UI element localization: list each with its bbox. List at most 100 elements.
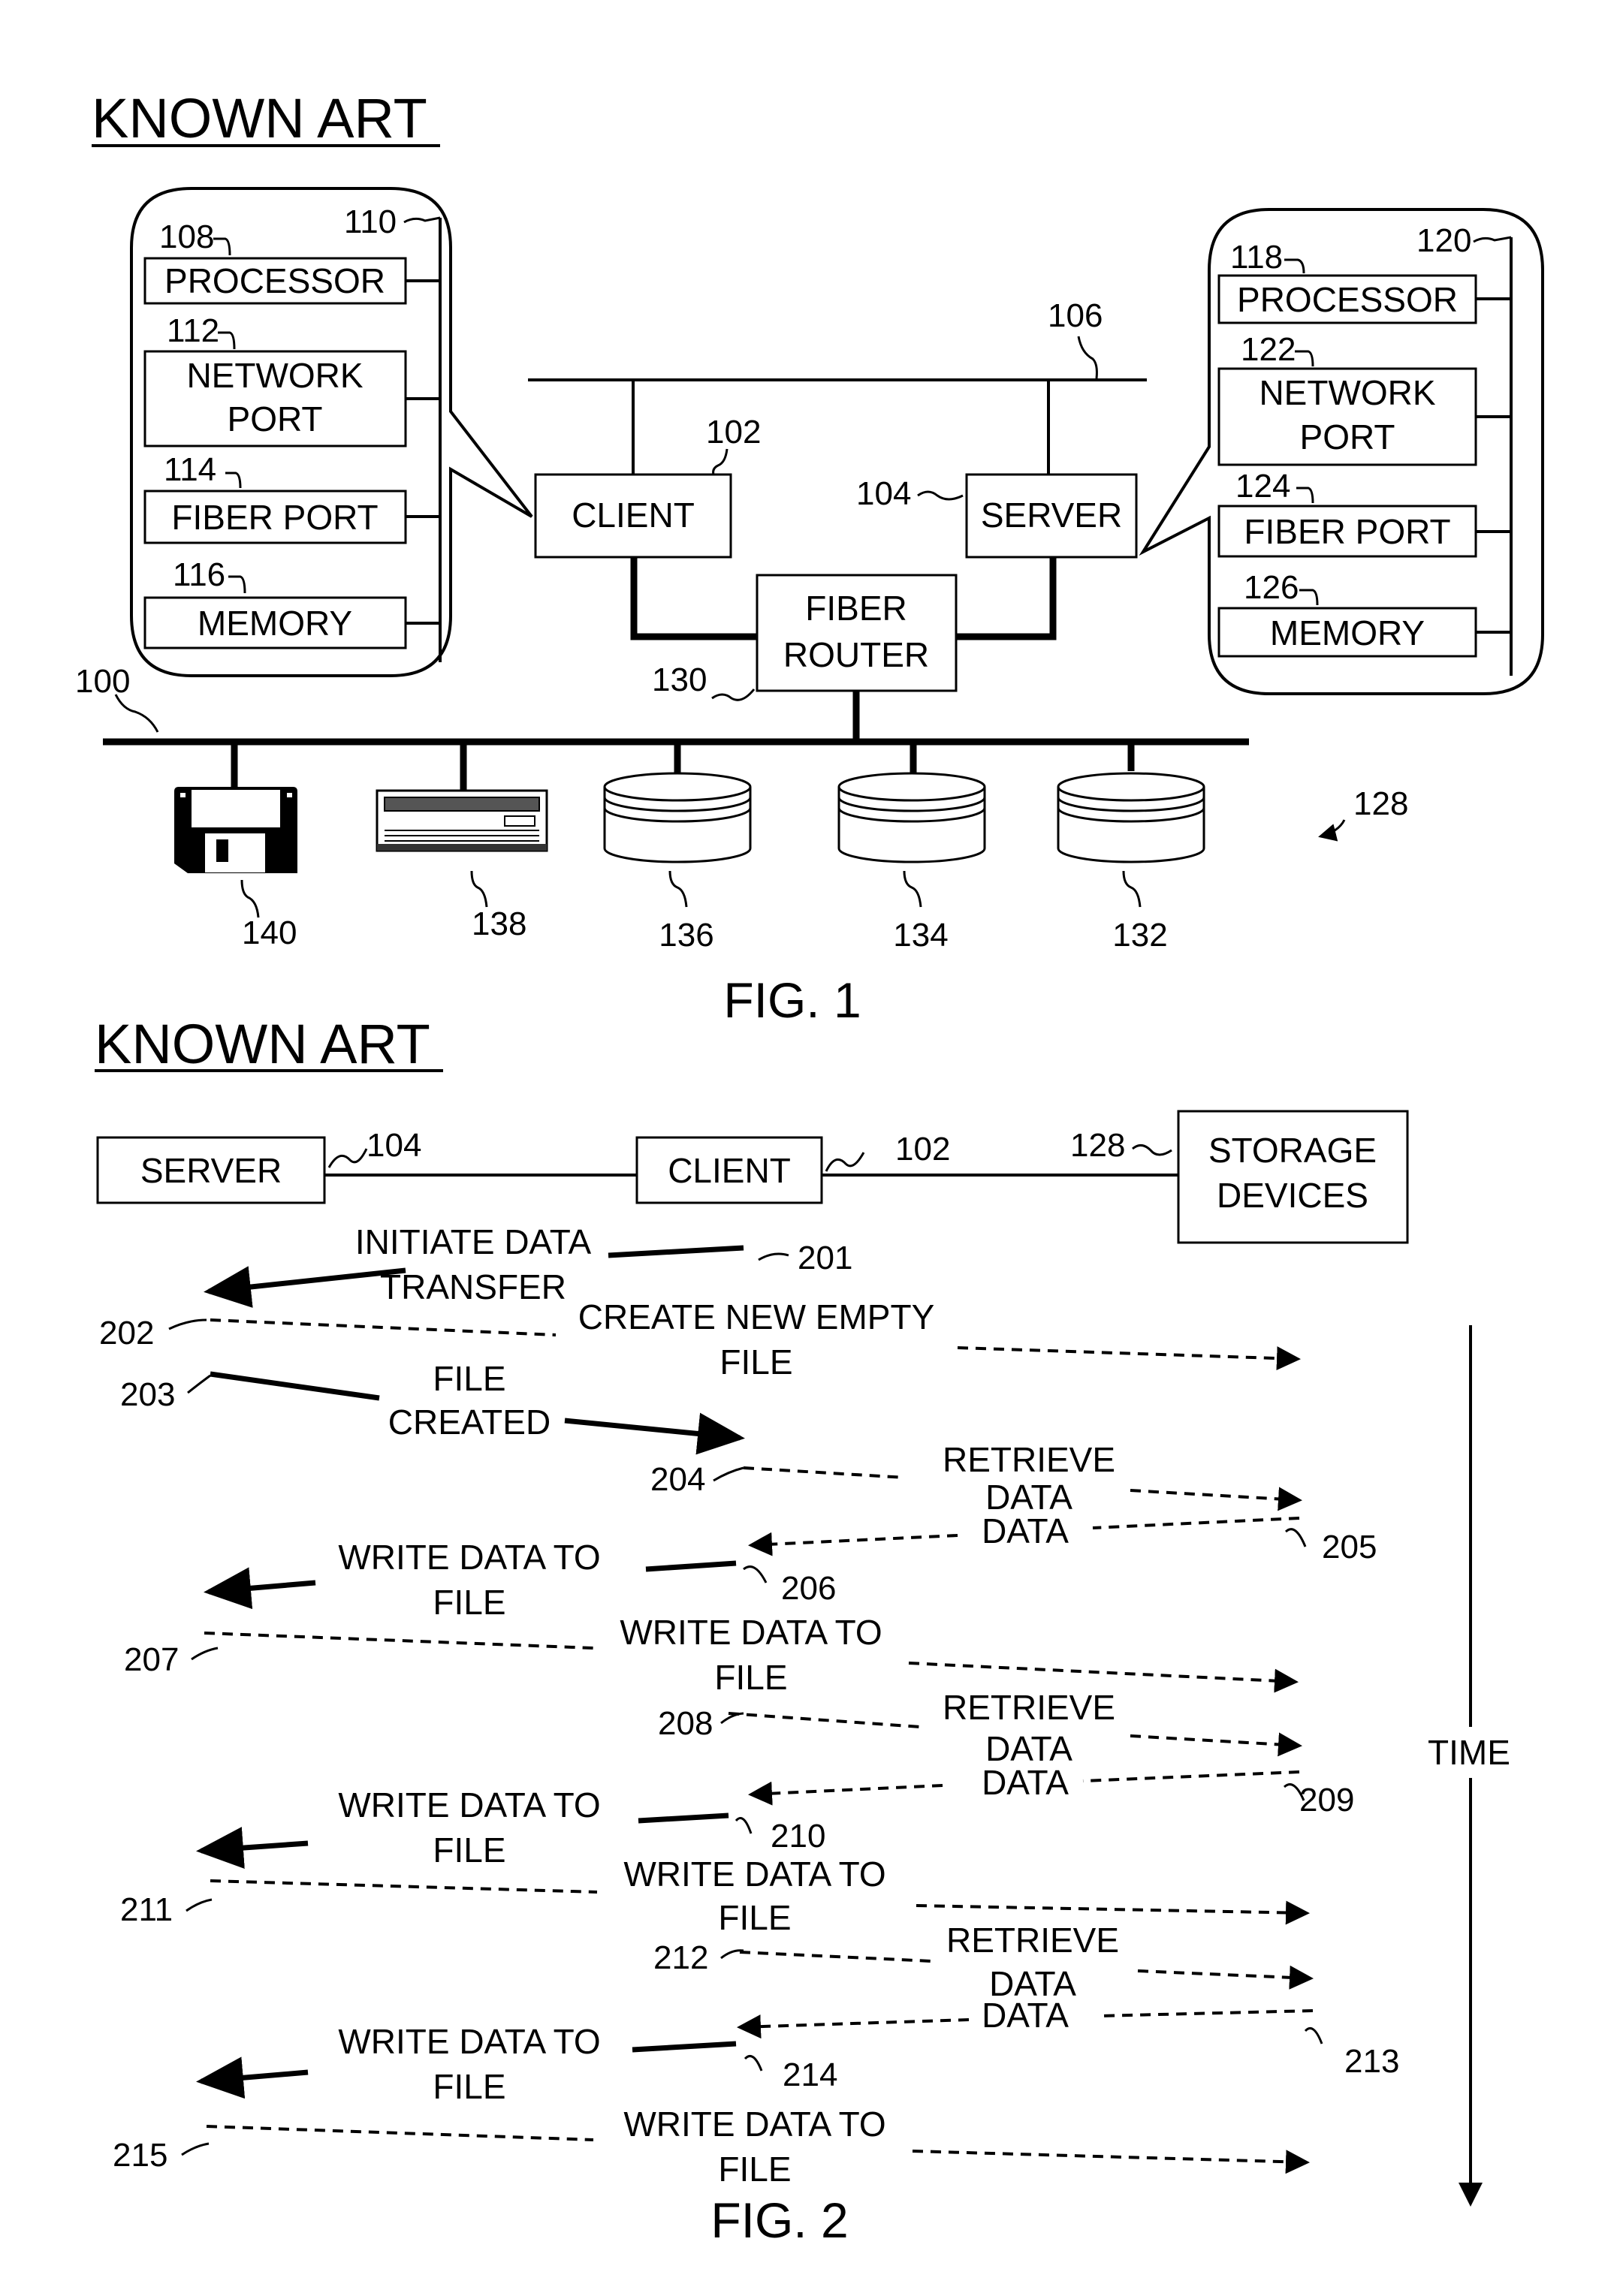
fig2-client-leader [825, 1152, 865, 1172]
client-bus-leader [403, 216, 441, 224]
server-network-port-label-2: PORT [1300, 417, 1395, 456]
disk-storage-group: 136 134 132 [603, 772, 1205, 954]
fig2-storage-label-2: DEVICES [1217, 1176, 1368, 1215]
fiber-router-leader [711, 688, 756, 701]
message-line [645, 1560, 737, 1572]
message-ref: 215 [113, 2137, 167, 2174]
client-bus-ref: 110 [344, 203, 397, 240]
memory-ref: 116 [173, 556, 225, 593]
message-215: WRITE DATA TO FILE 215 [113, 2105, 1310, 2189]
message-ref-leader [1304, 2027, 1323, 2044]
message-arrow [1130, 1732, 1302, 1757]
server-processor-ref: 118 [1230, 239, 1283, 276]
message-label: FILE [433, 2067, 505, 2106]
message-label: FILE [719, 1342, 792, 1382]
client-detail-callout: 110 108 PROCESSOR 112 NETWORK PORT 114 F… [130, 187, 533, 677]
disk-ref: 136 [659, 917, 713, 954]
message-ref: 201 [798, 1240, 852, 1276]
san-bus-leader [114, 694, 159, 733]
server-memory-label: MEMORY [1270, 613, 1425, 652]
message-205: DATA 205 [748, 1511, 1377, 1565]
message-ref-leader [186, 1898, 213, 1912]
message-line [728, 1712, 921, 1728]
message-ref-leader [187, 1374, 211, 1394]
message-arrow [957, 1346, 1301, 1371]
processor-ref: 108 [159, 218, 214, 255]
message-211: WRITE DATA TO FILE 211 [120, 1855, 1310, 1937]
message-ref: 212 [653, 1939, 708, 1976]
fiber-port-leader [225, 472, 242, 489]
fig2-server-leader [327, 1148, 368, 1168]
message-label: WRITE DATA TO [338, 1538, 600, 1577]
message-ref: 208 [658, 1705, 713, 1742]
storage-group-arrow [1318, 819, 1346, 842]
message-ref: 210 [771, 1818, 825, 1855]
lan-bus-leader [1077, 336, 1098, 379]
message-arrow [564, 1412, 745, 1455]
message-label: FILE [433, 1583, 505, 1622]
message-label: FILE [714, 1658, 787, 1697]
client-fiber-port-label: FIBER PORT [171, 498, 378, 537]
message-arrow [1130, 1487, 1302, 1511]
message-ref-leader [1284, 1528, 1307, 1547]
message-arrow [1137, 1965, 1314, 1990]
message-209: DATA 209 [748, 1763, 1354, 1818]
message-label: INITIATE DATA [355, 1222, 592, 1261]
server-network-port-label-1: NETWORK [1259, 373, 1435, 412]
message-arrow [748, 1532, 958, 1556]
message-label: WRITE DATA TO [623, 2105, 885, 2144]
message-label: CREATED [388, 1403, 551, 1442]
message-label: DATA [982, 1996, 1069, 2035]
message-label: RETRIEVE [943, 1688, 1115, 1727]
client-leader [712, 448, 729, 475]
message-label: WRITE DATA TO [338, 2022, 600, 2061]
message-arrow [204, 1266, 406, 1308]
message-line [1082, 1770, 1300, 1782]
message-ref: 205 [1322, 1529, 1377, 1565]
message-label: FILE [433, 1830, 505, 1870]
message-label: WRITE DATA TO [623, 1855, 885, 1894]
message-ref-leader [743, 1565, 768, 1583]
fig2-caption: FIG. 2 [710, 2192, 848, 2248]
message-ref: 214 [783, 2056, 837, 2093]
client-processor-label: PROCESSOR [164, 261, 385, 300]
server-ref: 104 [856, 475, 911, 512]
message-line [204, 1632, 594, 1650]
san-bus-ref: 100 [75, 663, 130, 700]
message-202: CREATE NEW EMPTY FILE 202 [99, 1297, 1301, 1382]
server-fiber-port-ref: 124 [1235, 468, 1290, 505]
message-line [743, 1466, 906, 1479]
message-ref-leader [744, 2055, 763, 2072]
patent-drawing-sheet: KNOWN ART 110 108 PROCESSOR 112 NETWORK … [75, 87, 1544, 2248]
message-arrow [748, 1781, 943, 1806]
fig2: KNOWN ART SERVER 104 CLIENT 102 STORAGE … [95, 1013, 1510, 2248]
server-bus-ref: 120 [1416, 222, 1471, 259]
leader [1299, 589, 1319, 606]
tape-drive-icon [376, 789, 548, 852]
memory-leader [228, 575, 246, 594]
fig2-heading: KNOWN ART [95, 1013, 430, 1075]
server-network-port-ref: 122 [1241, 331, 1296, 368]
disk-storage-icon [1057, 772, 1205, 863]
message-arrow [204, 1567, 316, 1610]
message-label: DATA [982, 1511, 1069, 1550]
client-ref: 102 [706, 414, 761, 450]
message-label: DATA [982, 1763, 1069, 1802]
message-ref: 211 [120, 1891, 173, 1928]
floppy-leader [240, 879, 260, 918]
server-bus-leader [1473, 236, 1512, 243]
disk-ref: 132 [1112, 917, 1167, 954]
message-line [206, 2125, 594, 2141]
message-ref-leader [735, 1817, 753, 1834]
message-208: RETRIEVEDATA208 [658, 1688, 1302, 1768]
floppy-disk-icon [174, 787, 297, 873]
leader [1284, 258, 1305, 274]
disk-ref: 134 [893, 917, 948, 954]
message-ref-leader [181, 2142, 210, 2156]
message-line [632, 2041, 737, 2053]
disk-storage-icon [603, 772, 752, 863]
message-line [210, 1371, 380, 1401]
leader [1295, 350, 1314, 367]
message-ref-leader [168, 1318, 207, 1330]
message-ref: 207 [124, 1641, 179, 1678]
